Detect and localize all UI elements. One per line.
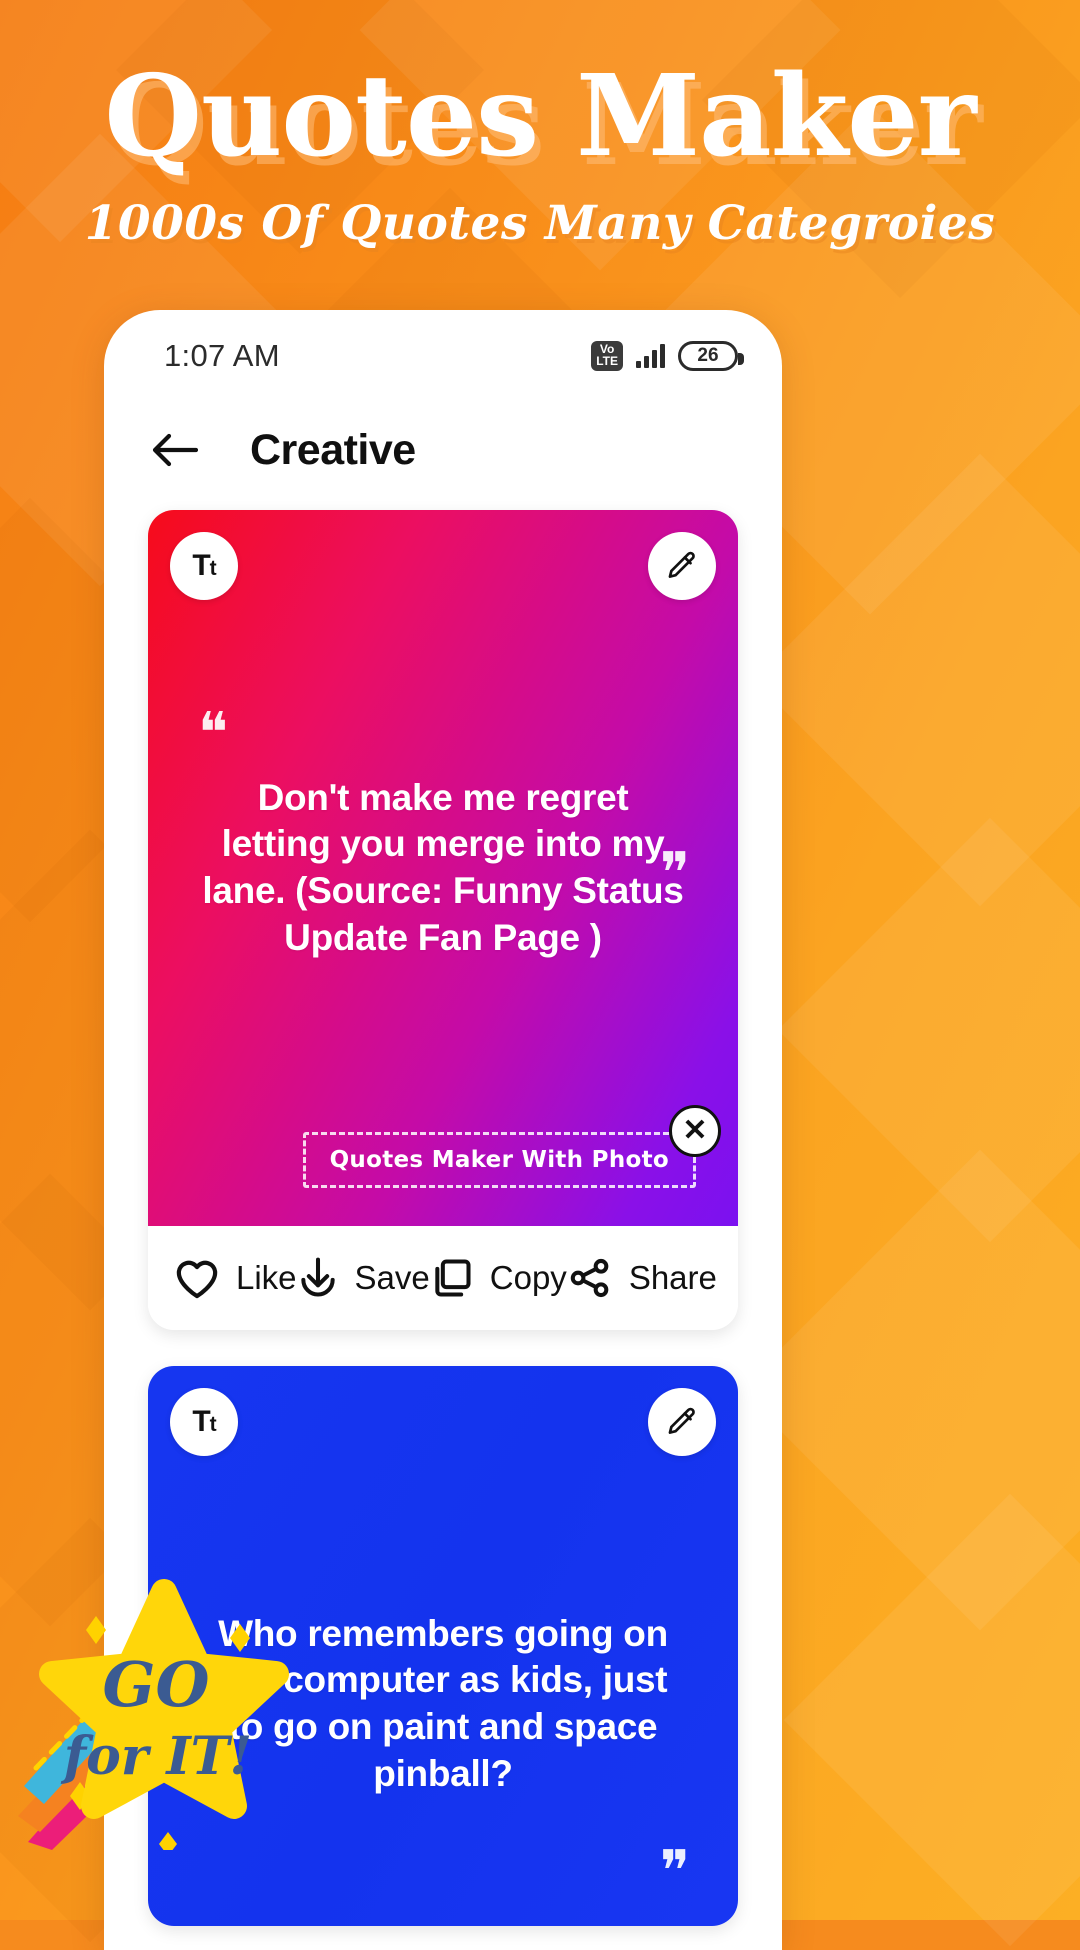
battery-level-label: 26 [697, 345, 719, 366]
status-bar: 1:07 AM Vo LTE 26 [104, 310, 782, 402]
download-icon [300, 1257, 335, 1297]
watermark-label: Quotes Maker With Photo [329, 1147, 669, 1173]
sticker-line2: for IT! [60, 1726, 252, 1787]
share-label: Share [628, 1259, 717, 1296]
like-button[interactable]: Like [174, 1257, 297, 1299]
share-button[interactable]: Share [567, 1256, 717, 1300]
close-x-icon[interactable]: ✕ [669, 1105, 721, 1157]
font-style-button[interactable]: Tt [170, 1388, 238, 1456]
close-quote-mark: ❞ [659, 1839, 690, 1904]
like-label: Like [236, 1259, 297, 1296]
promo-subtitle: 1000s Of Quotes Many Categroies [84, 196, 996, 251]
copy-button[interactable]: Copy [430, 1256, 567, 1300]
promo-title: Quotes Maker [104, 51, 976, 182]
save-button[interactable]: Save [297, 1256, 430, 1300]
watermark[interactable]: Quotes Maker With Photo ✕ [302, 1105, 721, 1188]
go-for-it-sticker: GO for IT! [18, 1579, 289, 1850]
sticker-line1: GO [103, 1648, 210, 1721]
quote-card: Tt ❝ ❞ Don't make me regret letting you … [148, 510, 738, 1330]
battery-icon: 26 [678, 341, 744, 371]
quote-image-red: Tt ❝ ❞ Don't make me regret letting you … [148, 510, 738, 1226]
quote-text: Don't make me regret letting you merge i… [202, 776, 684, 958]
edit-button[interactable] [648, 1388, 716, 1456]
back-arrow-icon[interactable] [148, 423, 202, 477]
app-bar: Creative [104, 402, 782, 498]
save-label: Save [354, 1259, 430, 1296]
page-title: Creative [250, 425, 416, 474]
open-quote-mark: ❝ [198, 701, 229, 766]
status-clock: 1:07 AM [164, 338, 280, 373]
font-style-label: Tt [192, 1405, 216, 1438]
copy-label: Copy [489, 1259, 567, 1296]
font-style-label: Tt [192, 549, 216, 582]
volte-bottom-label: LTE [596, 353, 618, 368]
signal-bars-icon [636, 344, 665, 368]
volte-icon: Vo LTE [591, 341, 623, 371]
status-icons: Vo LTE 26 [591, 341, 744, 371]
card-action-bar: Like Save Copy Share [148, 1226, 738, 1330]
font-style-button[interactable]: Tt [170, 532, 238, 600]
close-quote-mark: ❞ [659, 841, 690, 906]
copy-icon [435, 1259, 471, 1297]
share-icon [570, 1258, 609, 1298]
heart-icon [176, 1260, 218, 1299]
edit-button[interactable] [648, 532, 716, 600]
